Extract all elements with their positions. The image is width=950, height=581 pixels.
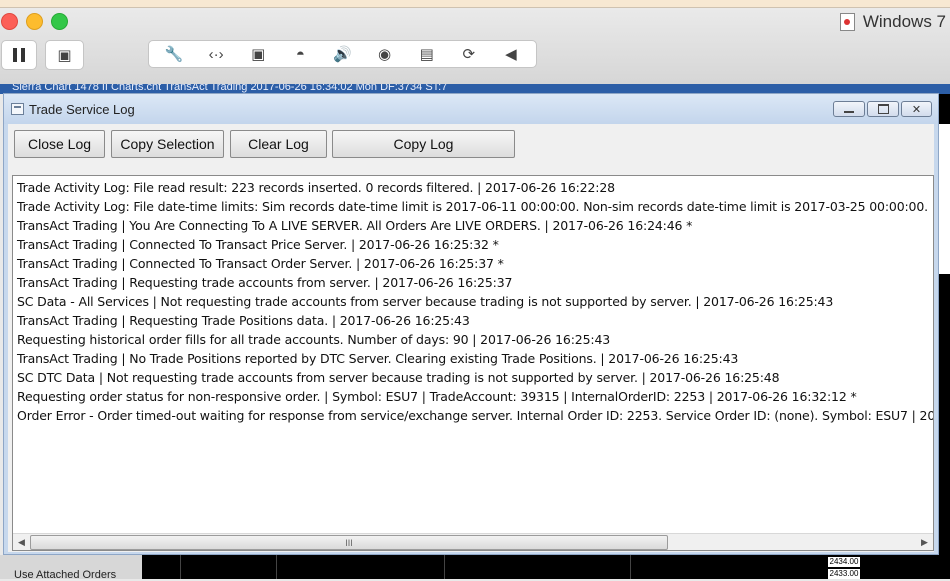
log-line[interactable]: Trade Activity Log: File read result: 22… (17, 178, 933, 197)
scroll-grip-icon: III (345, 537, 353, 548)
menu-bar-edge (0, 0, 950, 8)
camera-icon[interactable]: ◉ (371, 45, 399, 63)
close-log-button[interactable]: Close Log (14, 130, 105, 158)
vm-document-icon (839, 13, 855, 31)
log-line[interactable]: SC Data - All Services | Not requesting … (17, 292, 933, 311)
log-lines: Trade Activity Log: File read result: 22… (17, 178, 933, 425)
dialog-title: Trade Service Log (29, 102, 135, 117)
snapshot-button[interactable]: ▣ (45, 40, 84, 70)
attached-orders-label[interactable]: Use Attached Orders (14, 569, 116, 581)
chart-grid-line (630, 555, 631, 579)
close-button[interactable]: ✕ (901, 101, 932, 117)
background-chart-bottom: Use Attached Orders 2434.00 2433.00 (0, 555, 950, 581)
copy-selection-button[interactable]: Copy Selection (111, 130, 224, 158)
background-chart-panel (938, 124, 950, 274)
disk-icon[interactable]: ▣ (244, 45, 272, 63)
trade-window-pane: Use Attached Orders (0, 555, 142, 581)
log-text-area[interactable]: Trade Activity Log: File read result: 22… (12, 175, 934, 551)
dialog-titlebar[interactable]: Trade Service Log ✕ (4, 94, 938, 124)
log-line[interactable]: TransAct Trading | You Are Connecting To… (17, 216, 933, 235)
scroll-thumb[interactable]: III (30, 535, 668, 550)
window-icon (11, 103, 24, 115)
log-line[interactable]: TransAct Trading | Requesting trade acco… (17, 273, 933, 292)
snapshot-icon: ▣ (57, 47, 72, 64)
scroll-left-icon[interactable]: ◀ (13, 534, 30, 550)
usb-icon[interactable]: ▤ (413, 45, 441, 63)
wrench-icon[interactable]: 🔧 (160, 45, 188, 63)
minimize-icon (844, 110, 854, 113)
pause-icon (13, 48, 25, 62)
maximize-button[interactable] (867, 101, 899, 117)
log-line[interactable]: TransAct Trading | Connected To Transact… (17, 235, 933, 254)
log-line[interactable]: Trade Activity Log: File date-time limit… (17, 197, 933, 216)
zoom-window-button[interactable] (51, 13, 68, 30)
background-chart-title: Sierra Chart 1478 II Charts.cht TransAct… (12, 84, 448, 93)
vm-title: Windows 7 (839, 12, 946, 32)
chart-grid-line (444, 555, 445, 579)
background-chart-edge (938, 94, 950, 579)
chart-grid-line (180, 555, 181, 579)
horizontal-scrollbar[interactable]: ◀ III ▶ (13, 533, 933, 550)
log-line[interactable]: SC DTC Data | Not requesting trade accou… (17, 368, 933, 387)
chart-grid-line (276, 555, 277, 579)
copy-log-button[interactable]: Copy Log (332, 130, 515, 158)
volume-icon[interactable]: 🔊 (328, 45, 356, 63)
price-axis-label: 2434.00 (828, 557, 860, 567)
log-line[interactable]: TransAct Trading | Requesting Trade Posi… (17, 311, 933, 330)
dialog-body: Close Log Copy Selection Clear Log Copy … (8, 124, 934, 552)
vm-title-text: Windows 7 (862, 12, 946, 31)
chevron-left-icon[interactable]: ◀ (497, 45, 525, 63)
sync-icon[interactable]: ⟳ (455, 45, 483, 63)
pause-vm-button[interactable] (1, 40, 37, 70)
clear-log-button[interactable]: Clear Log (230, 130, 327, 158)
trade-service-log-window: Trade Service Log ✕ Close Log Copy Selec… (3, 93, 939, 555)
optical-drive-icon[interactable]: ◓ (286, 46, 314, 63)
close-icon: ✕ (911, 103, 922, 116)
log-line[interactable]: TransAct Trading | No Trade Positions re… (17, 349, 933, 368)
log-line[interactable]: Requesting order status for non-responsi… (17, 387, 933, 406)
network-icon[interactable]: ‹·› (202, 46, 230, 63)
minimize-button[interactable] (833, 101, 865, 117)
vm-host-toolbar: Windows 7 ▣ 🔧 ‹·› ▣ ◓ 🔊 ◉ ▤ ⟳ ◀ (0, 0, 950, 85)
price-axis-label: 2433.00 (828, 569, 860, 579)
log-line[interactable]: Requesting historical order fills for al… (17, 330, 933, 349)
maximize-icon (877, 104, 889, 114)
minimize-window-button[interactable] (26, 13, 43, 30)
device-toolbar: 🔧 ‹·› ▣ ◓ 🔊 ◉ ▤ ⟳ ◀ (148, 40, 537, 68)
close-window-button[interactable] (1, 13, 18, 30)
log-line[interactable]: TransAct Trading | Connected To Transact… (17, 254, 933, 273)
scroll-right-icon[interactable]: ▶ (916, 534, 933, 550)
log-line[interactable]: Order Error - Order timed-out waiting fo… (17, 406, 933, 425)
